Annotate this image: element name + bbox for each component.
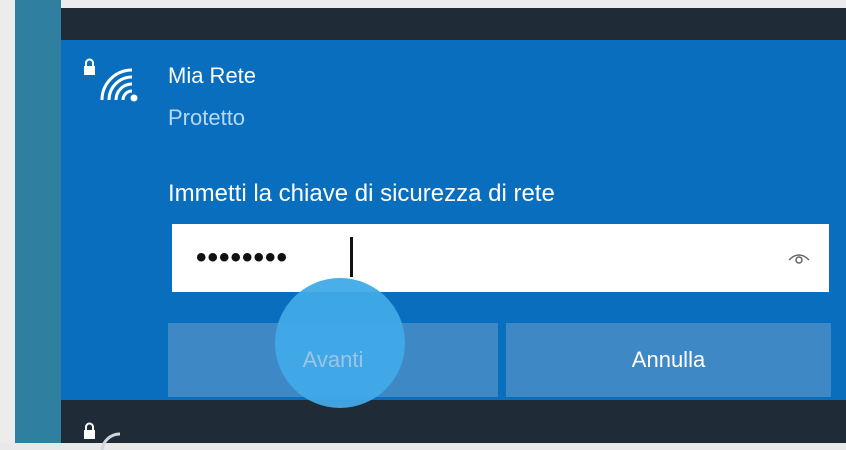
security-key-input[interactable]: •••••••• <box>172 224 829 292</box>
next-network-item[interactable] <box>61 400 846 443</box>
touch-indicator <box>275 278 405 408</box>
network-status: Protetto <box>168 105 246 130</box>
security-key-prompt: Immetti la chiave di sicurezza di rete <box>168 180 555 207</box>
cancel-button[interactable]: Annulla <box>506 323 831 397</box>
network-name: Mia Rete <box>168 63 257 88</box>
side-strip <box>15 0 61 443</box>
text-caret <box>350 237 353 277</box>
wifi-secured-icon <box>84 58 138 102</box>
frame-top <box>15 0 846 8</box>
cancel-button-label: Annulla <box>631 347 706 372</box>
frame-left <box>0 0 15 443</box>
eye-icon[interactable] <box>787 248 811 268</box>
next-button-label: Avanti <box>302 347 364 372</box>
network-list-top-bar <box>61 8 846 40</box>
lock-icon <box>84 422 121 450</box>
password-masked-text: •••••••• <box>196 241 289 274</box>
